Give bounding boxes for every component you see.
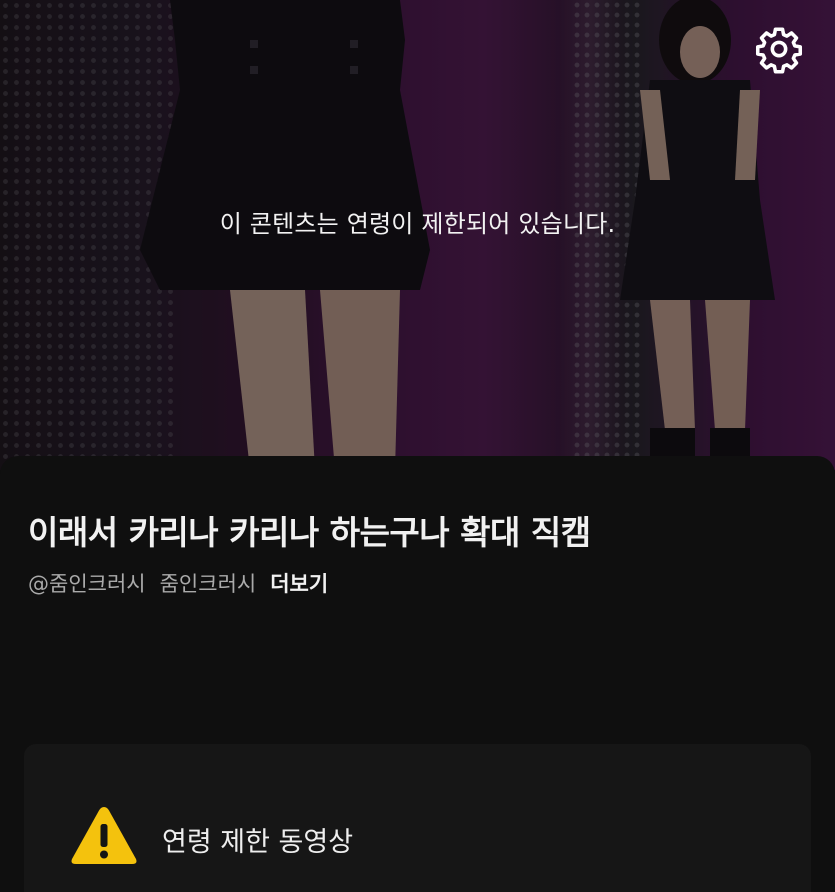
- video-info-panel: 이래서 카리나 카리나 하는구나 확대 직캠 @줌인크러시 줌인크러시 더보기 …: [0, 456, 835, 892]
- video-player[interactable]: 이 콘텐츠는 연령이 제한되어 있습니다.: [0, 0, 835, 470]
- more-button[interactable]: 더보기: [270, 568, 328, 598]
- settings-button[interactable]: [752, 22, 806, 76]
- channel-name-link[interactable]: 줌인크러시: [160, 568, 257, 598]
- warning-icon: [71, 807, 137, 864]
- restricted-content-notice: 이 콘텐츠는 연령이 제한되어 있습니다.: [219, 210, 616, 238]
- channel-handle-link[interactable]: @줌인크러시: [28, 568, 146, 598]
- age-restricted-label: 연령 제한 동영상: [162, 827, 354, 858]
- age-restricted-card: 연령 제한 동영상: [24, 744, 811, 892]
- video-watch-page: 이 콘텐츠는 연령이 제한되어 있습니다. 이래서 카리나 카리나 하는구나 확…: [0, 0, 835, 892]
- video-meta-row: @줌인크러시 줌인크러시 더보기: [28, 568, 328, 598]
- gear-icon: [755, 27, 803, 74]
- video-title[interactable]: 이래서 카리나 카리나 하는구나 확대 직캠: [28, 506, 818, 554]
